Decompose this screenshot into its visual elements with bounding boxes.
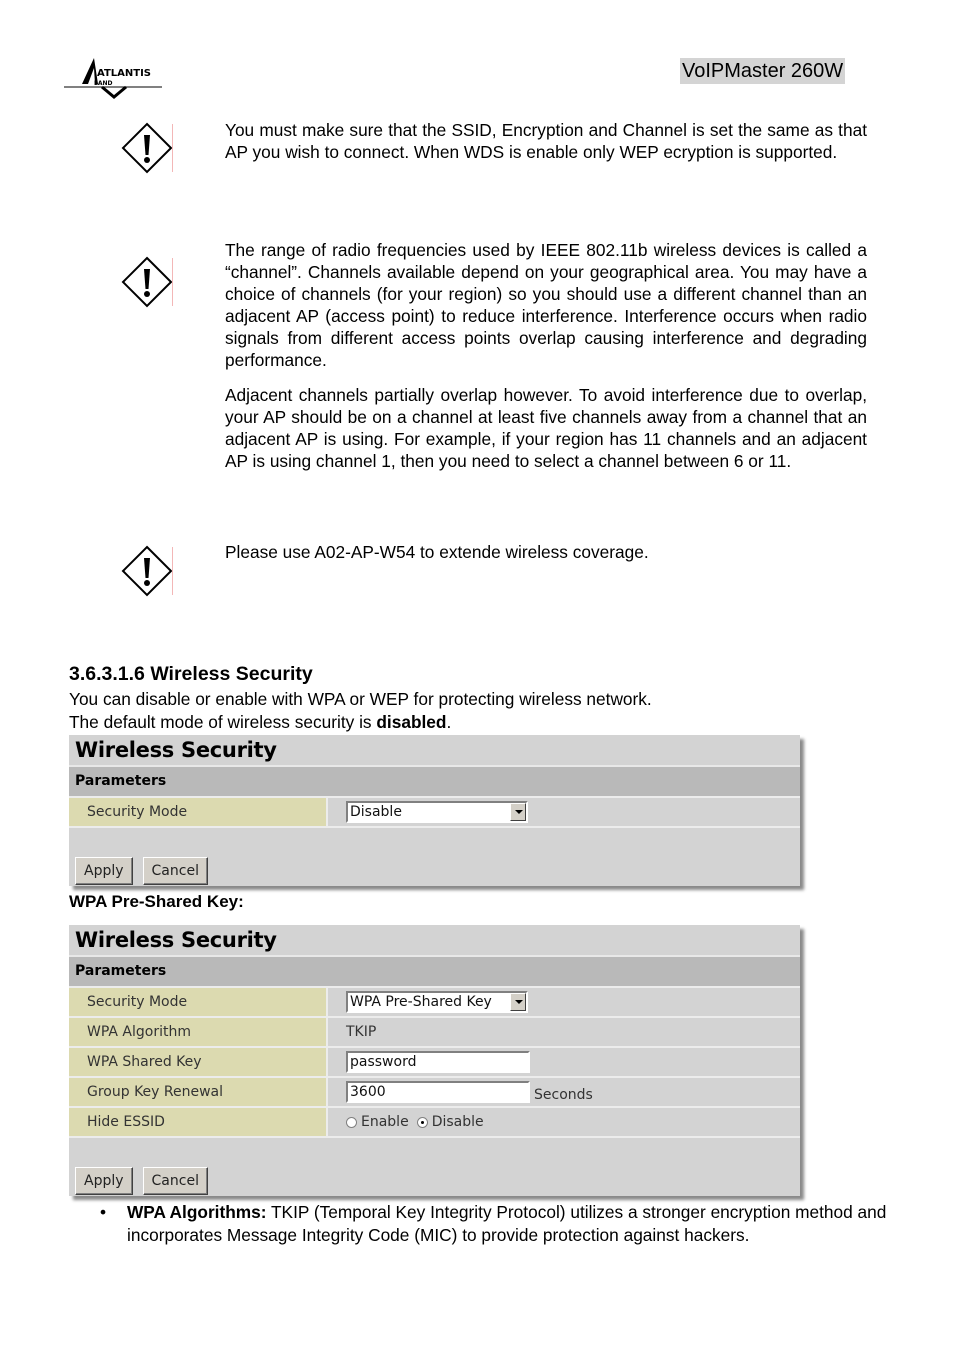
wireless-security-panel-disabled: Wireless Security Parameters Security Mo… — [69, 735, 800, 886]
warning-icon — [120, 120, 176, 176]
hide-essid-label: Hide ESSID — [69, 1108, 328, 1136]
parameters-header: Parameters — [69, 765, 800, 796]
intro-line: You can disable or enable with WPA or WE… — [69, 689, 652, 709]
warning-icon — [120, 254, 176, 310]
note-wds: You must make sure that the SSID, Encryp… — [225, 119, 867, 163]
bullet-term: WPA Algorithms: — [127, 1202, 267, 1222]
note-paragraph: Adjacent channels partially overlap howe… — [225, 385, 867, 471]
renewal-unit: Seconds — [534, 1087, 593, 1103]
product-title: VoIPMaster 260W — [680, 58, 846, 84]
wireless-security-panel-wpa: Wireless Security Parameters Security Mo… — [69, 925, 800, 1196]
wpa-algorithm-label: WPA Algorithm — [69, 1018, 328, 1046]
panel-title: Wireless Security — [69, 735, 800, 765]
security-mode-select[interactable]: Disable — [346, 801, 528, 823]
atlantis-logo: ATLANTIS LAND — [64, 54, 164, 100]
apply-button[interactable]: Apply — [75, 1167, 133, 1195]
wpa-psk-heading: WPA Pre-Shared Key: — [69, 892, 244, 911]
note-channels: The range of radio frequencies used by I… — [225, 239, 867, 472]
wpa-shared-key-input[interactable]: password — [346, 1051, 530, 1073]
group-key-renewal-row: Group Key Renewal 3600 Seconds — [69, 1076, 800, 1106]
intro-line: The default mode of wireless security is… — [69, 712, 452, 732]
hide-essid-row: Hide ESSID Enable Disable — [69, 1106, 800, 1136]
apply-button[interactable]: Apply — [75, 857, 133, 885]
cancel-button[interactable]: Cancel — [142, 857, 208, 885]
wpa-shared-key-label: WPA Shared Key — [69, 1048, 328, 1076]
warning-icon — [120, 543, 176, 599]
radio-unchecked-icon[interactable] — [346, 1116, 357, 1128]
chevron-down-icon[interactable] — [510, 993, 526, 1011]
note-paragraph: The range of radio frequencies used by I… — [225, 240, 867, 370]
list-item: • WPA Algorithms: TKIP (Temporal Key Int… — [100, 1201, 890, 1246]
bullet-list: • WPA Algorithms: TKIP (Temporal Key Int… — [100, 1201, 890, 1246]
group-key-renewal-label: Group Key Renewal — [69, 1078, 328, 1106]
hide-essid-disable-radio[interactable]: Disable — [416, 1114, 484, 1130]
default-mode-value: disabled — [376, 712, 447, 732]
security-mode-select[interactable]: WPA Pre-Shared Key — [346, 991, 528, 1013]
note-paragraph: Please use A02-AP-W54 to extende wireles… — [225, 542, 649, 562]
security-mode-row: Security Mode Disable — [69, 796, 800, 826]
note-paragraph: You must make sure that the SSID, Encryp… — [225, 120, 867, 162]
note-coverage: Please use A02-AP-W54 to extende wireles… — [225, 541, 867, 563]
parameters-header: Parameters — [69, 955, 800, 986]
svg-text:LAND: LAND — [94, 80, 112, 87]
security-mode-label: Security Mode — [69, 988, 328, 1016]
security-mode-row: Security Mode WPA Pre-Shared Key — [69, 986, 800, 1016]
svg-text:ATLANTIS: ATLANTIS — [97, 68, 151, 79]
security-mode-label: Security Mode — [69, 798, 328, 826]
section-heading: 3.6.3.1.6 Wireless Security — [69, 663, 313, 685]
bullet-icon: • — [100, 1202, 107, 1222]
wpa-algorithm-value: TKIP — [346, 1024, 377, 1040]
radio-checked-icon[interactable] — [416, 1116, 428, 1128]
section-intro: You can disable or enable with WPA or WE… — [69, 688, 652, 734]
wpa-algorithm-row: WPA Algorithm TKIP — [69, 1016, 800, 1046]
cancel-button[interactable]: Cancel — [142, 1167, 208, 1195]
hide-essid-enable-radio[interactable]: Enable — [346, 1114, 409, 1130]
panel-title: Wireless Security — [69, 925, 800, 955]
wpa-shared-key-row: WPA Shared Key password — [69, 1046, 800, 1076]
chevron-down-icon[interactable] — [510, 803, 526, 821]
group-key-renewal-input[interactable]: 3600 — [346, 1081, 530, 1103]
